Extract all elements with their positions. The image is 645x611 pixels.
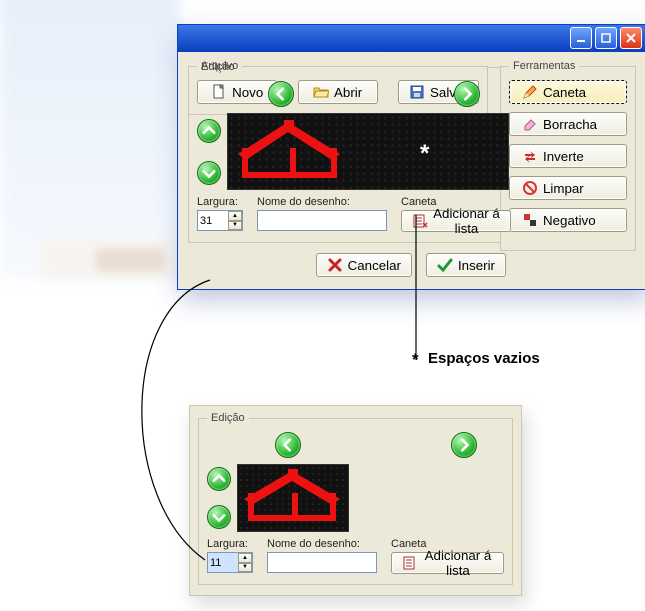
inverte-label: Inverte [543, 149, 584, 164]
largura-down[interactable]: ▼ [228, 221, 242, 231]
edicao-group-2: Edição [198, 412, 513, 585]
addlist-icon-2 [402, 555, 418, 571]
limpar-button[interactable]: Limpar [509, 176, 627, 200]
check-icon [437, 257, 453, 273]
novo-button[interactable]: Novo [197, 80, 277, 104]
borracha-label: Borracha [543, 117, 597, 132]
nome-label: Nome do desenho: [257, 196, 387, 208]
largura-spinner-2[interactable]: ▲ ▼ [207, 552, 253, 573]
largura-input-2[interactable] [208, 553, 238, 572]
annotation-text: Espaços vazios [428, 350, 540, 367]
largura-down-2[interactable]: ▼ [238, 563, 252, 573]
edicao-label-2: Edição [207, 412, 249, 424]
arrow-up-button[interactable] [197, 119, 221, 143]
arrow-up-button-2[interactable] [207, 467, 231, 491]
inverte-button[interactable]: Inverte [509, 144, 627, 168]
close-button[interactable] [620, 27, 642, 49]
nome-input-2[interactable] [267, 552, 377, 573]
adicionar-label: Adicionar á lista [433, 206, 500, 236]
caneta-label: Caneta [543, 85, 586, 100]
inserir-button[interactable]: Inserir [426, 253, 506, 277]
largura-up[interactable]: ▲ [228, 211, 242, 221]
minimize-button[interactable] [570, 27, 592, 49]
largura-input[interactable] [198, 211, 228, 230]
negativo-label: Negativo [543, 213, 596, 228]
pen-icon [522, 84, 538, 100]
eraser-icon [522, 116, 538, 132]
invert-icon [522, 148, 538, 164]
caneta-button[interactable]: Caneta [509, 80, 627, 104]
borracha-button[interactable]: Borracha [509, 112, 627, 136]
inserir-label: Inserir [458, 258, 495, 273]
limpar-label: Limpar [543, 181, 584, 196]
largura-label-2: Largura: [207, 538, 253, 550]
adicionar-label-2: Adicionar á lista [423, 548, 493, 578]
drawing-canvas-2[interactable] [237, 464, 349, 532]
arrow-down-button[interactable] [197, 161, 221, 185]
adicionar-button[interactable]: Adicionar á lista [401, 210, 511, 232]
editor-window: Arquivo Novo Abrir [177, 24, 645, 290]
ferramentas-label: Ferramentas [509, 60, 579, 72]
nome-label-2: Nome do desenho: [267, 538, 377, 550]
clear-icon [522, 180, 538, 196]
titlebar [178, 25, 645, 52]
edicao-label: Edição [197, 61, 239, 73]
cancel-icon [327, 257, 343, 273]
adicionar-button-2[interactable]: Adicionar á lista [391, 552, 504, 574]
ferramentas-group: Ferramentas Caneta Borracha [500, 60, 636, 251]
arrow-right-button[interactable] [454, 81, 480, 107]
nome-input[interactable] [257, 210, 387, 231]
new-icon [211, 84, 227, 100]
annotation-star: * [412, 350, 419, 370]
cancelar-button[interactable]: Cancelar [316, 253, 412, 277]
cancelar-label: Cancelar [348, 258, 401, 273]
maximize-button[interactable] [595, 27, 617, 49]
arrow-left-button[interactable] [268, 81, 294, 107]
largura-spinner[interactable]: ▲ ▼ [197, 210, 243, 231]
addlist-icon [412, 213, 428, 229]
largura-label: Largura: [197, 196, 243, 208]
arrow-down-button-2[interactable] [207, 505, 231, 529]
drawing-canvas[interactable]: * [227, 113, 509, 190]
negative-icon [522, 212, 538, 228]
edicao-panel-small: Edição [189, 405, 522, 596]
negativo-button[interactable]: Negativo [509, 208, 627, 232]
arrow-right-button-2[interactable] [451, 432, 477, 458]
largura-up-2[interactable]: ▲ [238, 553, 252, 563]
novo-label: Novo [232, 85, 263, 100]
arrow-left-button-2[interactable] [275, 432, 301, 458]
